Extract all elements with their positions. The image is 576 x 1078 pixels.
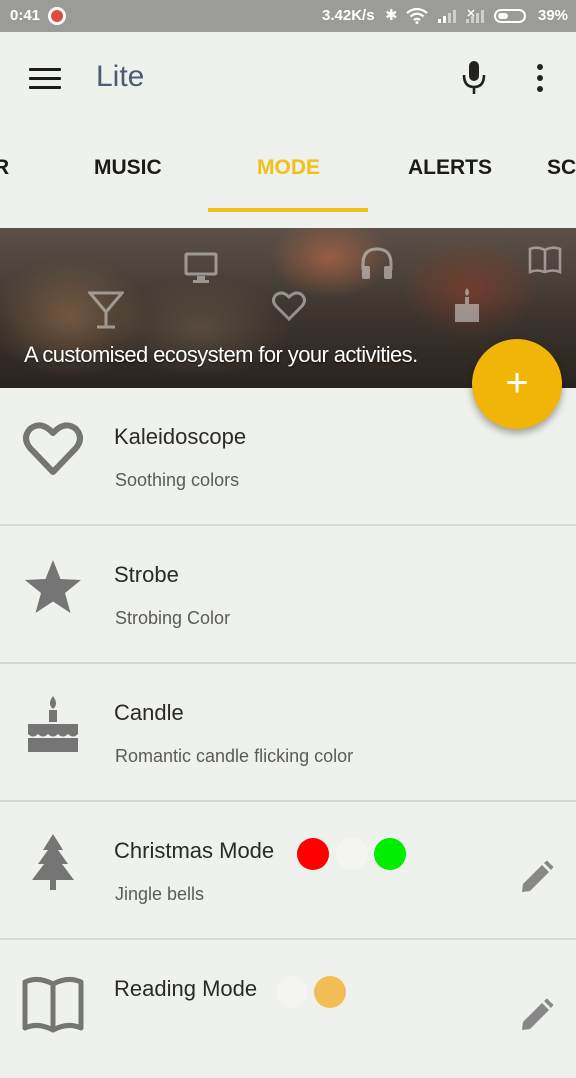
list-item-candle[interactable]: Candle Romantic candle flicking color — [0, 664, 576, 802]
item-title: Candle — [114, 700, 184, 725]
color-swatch — [336, 838, 368, 870]
list-item-reading-mode[interactable]: Reading Mode — [0, 940, 576, 1078]
status-bar: 0:41 3.42K/s ✱ 39% — [0, 0, 576, 32]
app-bar: Lite — [0, 32, 576, 124]
more-options-icon[interactable] — [535, 64, 545, 94]
microphone-icon[interactable] — [461, 60, 487, 96]
tab-partial-right[interactable]: SC — [547, 156, 576, 180]
tab-music[interactable]: MUSIC — [94, 156, 162, 180]
book-icon — [22, 976, 84, 1033]
wifi-icon — [406, 8, 428, 24]
battery-icon — [494, 9, 526, 23]
item-subtitle: Strobing Color — [115, 608, 231, 628]
item-title: Christmas Mode — [114, 838, 275, 863]
headphones-icon — [361, 247, 393, 279]
item-title: Kaleidoscope — [114, 424, 247, 449]
item-title: Strobe — [114, 562, 179, 587]
book-icon — [528, 246, 562, 274]
pencil-icon[interactable] — [518, 998, 554, 1034]
tab-indicator — [208, 208, 368, 212]
list-item-christmas-mode[interactable]: Christmas Mode Jingle bells — [0, 802, 576, 940]
menu-icon[interactable] — [29, 68, 61, 90]
bluetooth-icon: ✱ — [385, 7, 398, 24]
cake-icon — [455, 288, 479, 322]
heart-icon — [23, 422, 83, 475]
tab-bar: R MUSIC MODE ALERTS SC — [0, 124, 576, 228]
tab-mode[interactable]: MODE — [257, 156, 320, 180]
signal-icon — [438, 10, 456, 23]
tree-icon — [32, 834, 74, 890]
signal-icon — [466, 9, 484, 23]
monitor-icon — [184, 252, 218, 283]
app-title: Lite — [96, 60, 145, 93]
item-subtitle: Soothing colors — [115, 470, 240, 490]
alarm-icon — [48, 7, 66, 25]
item-subtitle: Jingle bells — [115, 884, 205, 904]
color-swatch — [374, 838, 406, 870]
color-swatch — [314, 976, 346, 1008]
tab-alerts[interactable]: ALERTS — [408, 156, 492, 180]
star-icon — [25, 560, 81, 613]
heart-icon — [272, 291, 306, 322]
network-speed: 3.42K/s — [322, 7, 375, 24]
cake-icon — [28, 696, 78, 752]
battery-percent: 39% — [538, 7, 569, 24]
item-subtitle: Romantic candle flicking color — [115, 746, 354, 766]
pencil-icon[interactable] — [518, 860, 554, 896]
color-swatch — [276, 976, 308, 1008]
tab-partial-left[interactable]: R — [0, 156, 9, 180]
list-item-strobe[interactable]: Strobe Strobing Color — [0, 526, 576, 664]
item-title: Reading Mode — [114, 976, 258, 1001]
banner-text: A customised ecosystem for your activiti… — [24, 342, 418, 367]
list-item-kaleidoscope[interactable]: Kaleidoscope Soothing colors — [0, 388, 576, 526]
cocktail-icon — [88, 291, 124, 329]
status-time: 0:41 — [10, 7, 41, 24]
color-swatch — [297, 838, 329, 870]
